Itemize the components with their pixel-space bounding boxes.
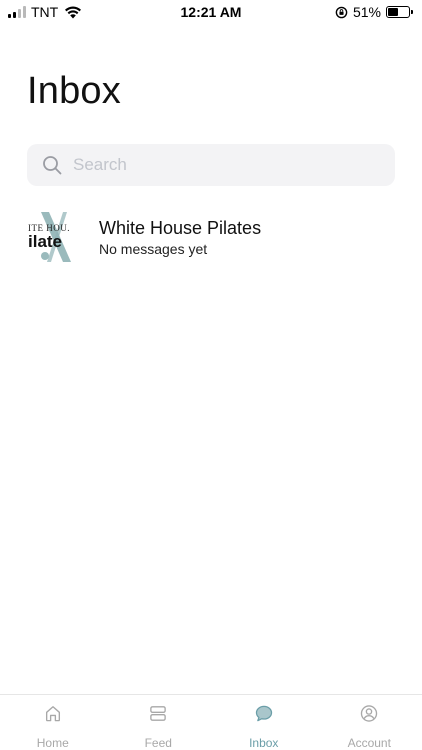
chat-icon (255, 705, 272, 722)
nav-item-account[interactable]: Account (317, 695, 422, 750)
conversation-text: White House Pilates No messages yet (99, 217, 261, 257)
account-icon (361, 705, 378, 722)
conversation-item[interactable]: ITE HOU. ilate White House Pilates No me… (27, 209, 395, 265)
status-right: 51% (335, 4, 413, 20)
nav-item-inbox[interactable]: Inbox (211, 695, 317, 750)
conversation-avatar: ITE HOU. ilate (27, 210, 81, 264)
search-bar[interactable] (27, 144, 395, 186)
conversation-preview: No messages yet (99, 241, 208, 257)
nav-label-inbox: Inbox (249, 736, 279, 750)
search-icon (43, 156, 62, 175)
search-input[interactable] (73, 155, 373, 175)
battery-icon (386, 6, 413, 18)
svg-text:ilate: ilate (28, 232, 62, 251)
feed-icon (150, 706, 167, 721)
status-bar: TNT 12:21 AM 51% (0, 0, 422, 24)
bottom-nav: Home Feed Inbox Account (0, 694, 422, 750)
battery-percent: 51% (352, 4, 381, 20)
home-icon (45, 706, 60, 722)
page-title: Inbox (27, 70, 121, 112)
conversation-name: White House Pilates (99, 218, 262, 238)
rotation-lock-icon (335, 6, 348, 18)
nav-item-feed[interactable]: Feed (106, 695, 212, 750)
nav-label-feed: Feed (144, 736, 172, 750)
nav-item-home[interactable]: Home (0, 695, 106, 750)
inbox-screen: TNT 12:21 AM 51% Inbox Search ITE HOU. i… (0, 0, 422, 750)
nav-label-home: Home (36, 736, 69, 750)
nav-label-account: Account (347, 736, 391, 750)
studio-logo-icon: ITE HOU. ilate (27, 210, 81, 264)
battery-fill (388, 8, 399, 16)
